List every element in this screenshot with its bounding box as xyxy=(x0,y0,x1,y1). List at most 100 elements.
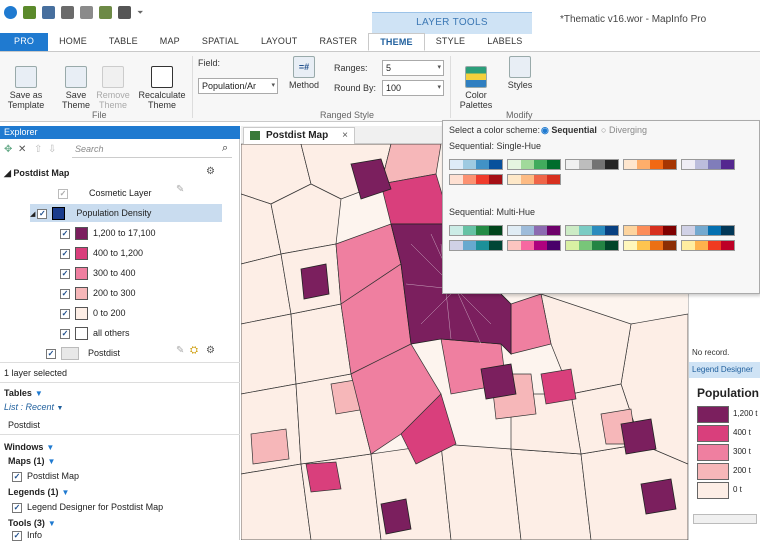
customize-qat-icon[interactable]: ⏷ xyxy=(137,8,143,18)
edit-pencil-icon[interactable]: ✎ xyxy=(176,184,184,195)
window-item[interactable]: Postdist Map xyxy=(12,467,79,485)
range-checkbox[interactable] xyxy=(60,268,70,279)
field-combo[interactable]: Population/Ar ▾ xyxy=(198,78,278,94)
window-item[interactable]: Legend Designer for Postdist Map xyxy=(12,498,163,516)
remove-theme-button[interactable]: Remove Theme xyxy=(96,56,130,110)
windows-section[interactable]: Windows ▼ xyxy=(4,442,54,452)
sequential-radio[interactable]: ◉ Sequential xyxy=(541,125,597,136)
method-button[interactable]: =# Method xyxy=(286,56,322,90)
palette-swatch[interactable] xyxy=(565,225,619,236)
palette-swatch[interactable] xyxy=(449,240,503,251)
expand-arrow-icon[interactable]: ◢ xyxy=(4,168,13,178)
styles-button[interactable]: Styles xyxy=(504,56,536,90)
color-palettes-button[interactable]: Color Palettes xyxy=(454,56,498,110)
expand-arrow-icon[interactable]: ◢ xyxy=(30,211,37,218)
palette-swatch[interactable] xyxy=(623,225,677,236)
palette-swatch[interactable] xyxy=(449,159,503,170)
tab-theme[interactable]: THEME xyxy=(368,33,425,51)
theme-visibility-checkbox[interactable] xyxy=(37,208,48,219)
open-workspace-icon[interactable] xyxy=(42,6,55,19)
range-checkbox[interactable] xyxy=(60,248,70,259)
move-down-icon[interactable]: ⇩ xyxy=(48,144,56,155)
window-checkbox[interactable] xyxy=(12,502,22,513)
save-workspace-icon[interactable] xyxy=(61,6,74,19)
tab-style[interactable]: STYLE xyxy=(425,33,477,51)
save-theme-button[interactable]: Save Theme xyxy=(58,56,94,110)
range-row[interactable]: 1,200 to 17,100 xyxy=(60,224,156,242)
range-checkbox[interactable] xyxy=(60,228,70,239)
tab-pro[interactable]: PRO xyxy=(0,33,49,51)
base-visibility-checkbox[interactable] xyxy=(46,348,56,359)
new-document-icon[interactable] xyxy=(23,6,36,19)
tab-labels[interactable]: LABELS xyxy=(476,33,533,51)
save-as-template-button[interactable]: Save as Template xyxy=(6,56,46,110)
palette-swatch[interactable] xyxy=(507,225,561,236)
layout-icon[interactable] xyxy=(99,6,112,19)
window-checkbox[interactable] xyxy=(12,530,22,541)
palette-swatch[interactable] xyxy=(565,240,619,251)
base-layer-row[interactable]: Postdist xyxy=(46,344,120,362)
tables-list-mode[interactable]: List : Recent ▼ xyxy=(4,398,63,416)
window-checkbox[interactable] xyxy=(12,471,22,482)
range-row[interactable]: 400 to 1,200 xyxy=(60,244,143,262)
print-icon[interactable] xyxy=(80,6,93,19)
palette-swatch[interactable] xyxy=(449,225,503,236)
edit-pencil-icon[interactable]: ✎ xyxy=(176,345,184,356)
window-item[interactable]: Info xyxy=(12,526,42,544)
tab-home[interactable]: HOME xyxy=(48,33,98,51)
chevron-down-icon[interactable]: ▼ xyxy=(48,457,56,466)
tab-spatial[interactable]: SPATIAL xyxy=(191,33,250,51)
search-icon[interactable]: ⌕ xyxy=(222,142,228,155)
range-row[interactable]: all others xyxy=(60,324,130,342)
cosmetic-visibility-checkbox[interactable] xyxy=(58,188,68,199)
round-by-combo[interactable]: 100 ▾ xyxy=(382,80,444,96)
diverging-radio[interactable]: ○ Diverging xyxy=(601,125,647,135)
legends-section[interactable]: Legends (1) ▼ xyxy=(8,487,69,497)
range-checkbox[interactable] xyxy=(60,308,70,319)
range-row[interactable]: 0 to 200 xyxy=(60,304,126,322)
palette-swatch[interactable] xyxy=(623,159,677,170)
palette-swatch[interactable] xyxy=(507,240,561,251)
cosmetic-layer-row[interactable]: Cosmetic Layer xyxy=(58,184,152,202)
palette-swatch[interactable] xyxy=(681,240,735,251)
range-row[interactable]: 300 to 400 xyxy=(60,264,136,282)
recalculate-theme-button[interactable]: Recalculate Theme xyxy=(136,56,188,110)
palette-swatch[interactable] xyxy=(681,225,735,236)
tab-layout[interactable]: LAYOUT xyxy=(250,33,309,51)
chevron-down-icon[interactable]: ▼ xyxy=(62,488,70,497)
remove-icon[interactable]: ✕ xyxy=(18,144,26,155)
palette-swatch[interactable] xyxy=(507,174,561,185)
chevron-down-icon[interactable]: ▼ xyxy=(46,443,54,452)
theme-layer-row[interactable]: ◢ Population Density xyxy=(30,204,222,222)
selectable-icon[interactable]: ⛭ xyxy=(190,345,198,356)
palette-swatch[interactable] xyxy=(623,240,677,251)
palette-swatch[interactable] xyxy=(449,174,503,185)
range-checkbox[interactable] xyxy=(60,328,70,339)
chevron-down-icon[interactable]: ▼ xyxy=(57,405,64,412)
add-layer-icon[interactable]: ✥ xyxy=(4,144,12,155)
map-document-tab[interactable]: Postdist Map × xyxy=(243,127,355,144)
range-row[interactable]: 200 to 300 xyxy=(60,284,136,302)
map-options-icon[interactable]: ⚙ xyxy=(206,166,215,177)
tab-raster[interactable]: RASTER xyxy=(309,33,369,51)
search-input[interactable]: Search xyxy=(72,144,232,158)
legend-designer-tab[interactable]: Legend Designer xyxy=(689,362,760,378)
chevron-down-icon[interactable]: ▼ xyxy=(35,389,43,398)
maps-section[interactable]: Maps (1) ▼ xyxy=(8,456,55,466)
tables-section[interactable]: Tables ▼ xyxy=(4,388,43,398)
move-up-icon[interactable]: ⇧ xyxy=(34,144,42,155)
chevron-down-icon[interactable]: ▼ xyxy=(48,519,56,528)
palette-swatch[interactable] xyxy=(681,159,735,170)
table-item[interactable]: Postdist xyxy=(8,416,40,434)
settings-icon[interactable] xyxy=(118,6,131,19)
tab-map[interactable]: MAP xyxy=(149,33,191,51)
layer-options-icon[interactable]: ⚙ xyxy=(206,345,215,356)
palette-swatch[interactable] xyxy=(565,159,619,170)
horizontal-scrollbar[interactable] xyxy=(693,514,757,524)
range-checkbox[interactable] xyxy=(60,288,70,299)
ranges-combo[interactable]: 5 ▾ xyxy=(382,60,444,76)
palette-swatch[interactable] xyxy=(507,159,561,170)
tab-table[interactable]: TABLE xyxy=(98,33,149,51)
map-tree-node[interactable]: ◢ Postdist Map xyxy=(4,164,69,182)
close-icon[interactable]: × xyxy=(342,128,348,143)
